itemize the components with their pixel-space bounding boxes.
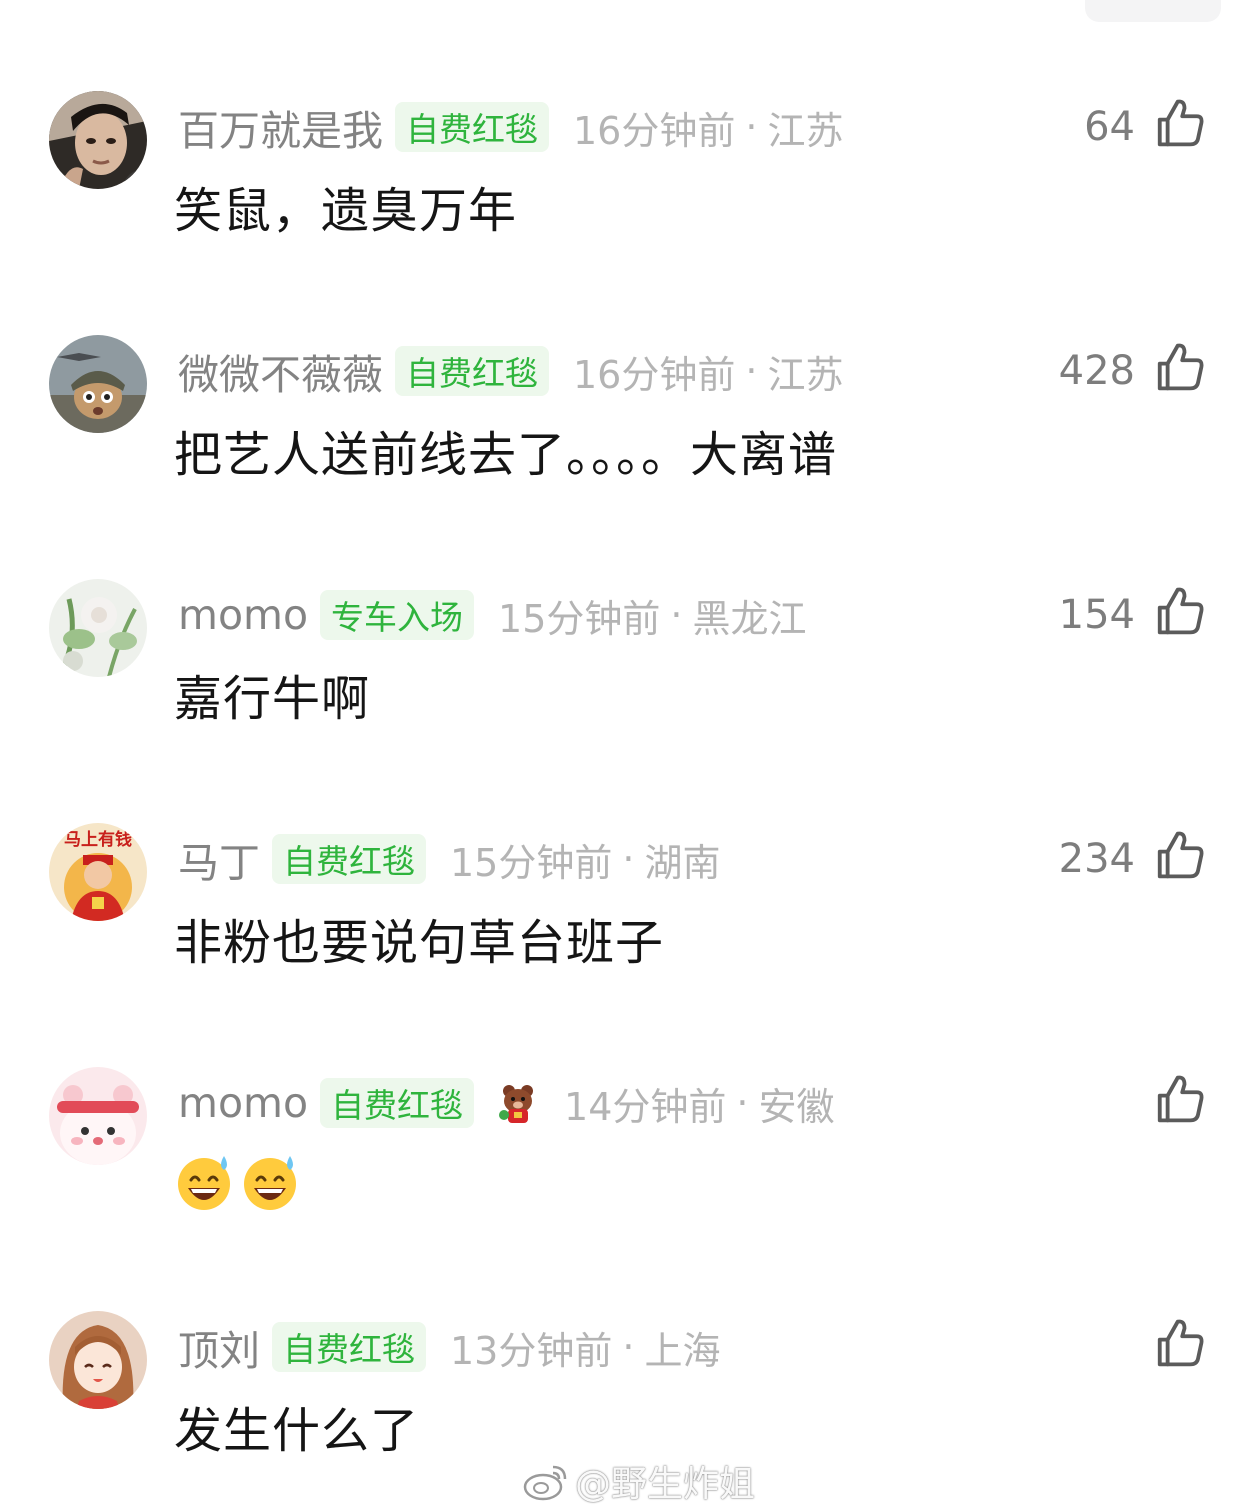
comment-item: 马上有钱 马丁 自费红毯 15分钟前 · 湖南 234 非粉也要说句草台班子: [0, 823, 1259, 1023]
timestamp: 13分钟前: [450, 1328, 613, 1373]
like-count: 428: [1058, 348, 1135, 394]
region-label: 江苏: [767, 352, 844, 397]
separator-dot: ·: [670, 593, 683, 637]
username[interactable]: momo: [178, 591, 308, 639]
region-label: 黑龙江: [692, 596, 807, 641]
avatar[interactable]: [49, 579, 147, 677]
username[interactable]: 微微不薇薇: [178, 341, 383, 401]
grinning-sweat-emoji: [178, 1156, 230, 1210]
comment-meta: momo 自费红毯 14分钟前 · 安徽: [178, 1077, 835, 1129]
comment-item: 百万就是我 自费红毯 16分钟前 · 江苏 64 笑鼠，遗臭万年: [0, 91, 1259, 291]
thumbs-up-icon[interactable]: [1153, 828, 1207, 882]
separator-dot: ·: [745, 105, 758, 149]
thumbs-up-icon[interactable]: [1153, 1316, 1207, 1370]
like-count: 234: [1058, 836, 1135, 882]
separator-dot: ·: [622, 837, 635, 881]
timestamp: 16分钟前: [573, 352, 736, 397]
username[interactable]: 马丁: [178, 829, 260, 889]
avatar[interactable]: [49, 1067, 147, 1165]
comment-text: 非粉也要说句草台班子: [174, 915, 665, 971]
username[interactable]: 百万就是我: [178, 97, 383, 157]
comment-text: 把艺人送前线去了。。。。大离谱: [174, 427, 838, 483]
timestamp: 14分钟前: [564, 1084, 727, 1129]
bear-sticker-icon: [499, 1085, 534, 1123]
avatar[interactable]: [49, 1311, 147, 1409]
cat-helmet-avatar: [49, 335, 147, 433]
avatar[interactable]: [49, 91, 147, 189]
region-label: 安徽: [758, 1084, 835, 1129]
weibo-logo-icon: [523, 1465, 567, 1501]
username[interactable]: 顶刘: [178, 1317, 260, 1377]
status-badge: 自费红毯: [272, 834, 426, 884]
comment-meta: 微微不薇薇 自费红毯 16分钟前 · 江苏: [178, 345, 844, 399]
comment-meta: 马丁 自费红毯 15分钟前 · 湖南: [178, 833, 721, 887]
region-label: 湖南: [644, 840, 721, 885]
status-badge: 自费红毯: [320, 1078, 475, 1128]
comment-text: 发生什么了: [174, 1403, 420, 1459]
svg-text:马上有钱: 马上有钱: [64, 829, 132, 850]
timestamp: 16分钟前: [573, 108, 736, 153]
status-badge: 自费红毯: [395, 346, 549, 396]
comment-text: 嘉行牛啊: [174, 671, 371, 727]
avatar[interactable]: 马上有钱: [49, 823, 147, 921]
comment-item: 微微不薇薇 自费红毯 16分钟前 · 江苏 428 把艺人送前线去了。。。。大离…: [0, 335, 1259, 535]
status-badge: 自费红毯: [395, 102, 549, 152]
status-badge: 专车入场: [320, 590, 475, 640]
top-action-chip[interactable]: [1085, 0, 1221, 22]
emoji-row: [174, 1152, 300, 1212]
comment-item: momo 自费红毯 14分钟前 · 安徽: [0, 1067, 1259, 1267]
anime-girl-avatar: [49, 1311, 147, 1409]
photo-man-avatar: [49, 91, 147, 189]
thumbs-up-icon[interactable]: [1153, 96, 1207, 150]
thumbs-up-icon[interactable]: [1153, 1072, 1207, 1126]
comment-meta: 顶刘 自费红毯 13分钟前 · 上海: [178, 1321, 721, 1375]
status-badge: 自费红毯: [272, 1322, 426, 1372]
like-count: 154: [1058, 592, 1135, 638]
separator-dot: ·: [745, 349, 758, 393]
comment-meta: 百万就是我 自费红毯 16分钟前 · 江苏: [178, 101, 844, 155]
avatar[interactable]: [49, 335, 147, 433]
comment-text: 笑鼠，遗臭万年: [174, 183, 518, 239]
username[interactable]: momo: [178, 1079, 308, 1127]
watermark: @野生炸姐: [523, 1455, 755, 1507]
region-label: 江苏: [767, 108, 844, 153]
comment-meta: momo 专车入场 15分钟前 · 黑龙江: [178, 589, 807, 641]
timestamp: 15分钟前: [498, 596, 661, 641]
new-year-kid-avatar: 马上有钱: [49, 823, 147, 921]
separator-dot: ·: [736, 1081, 749, 1125]
comment-item: momo 专车入场 15分钟前 · 黑龙江 154 嘉行牛啊: [0, 579, 1259, 779]
thumbs-up-icon[interactable]: [1153, 584, 1207, 638]
timestamp: 15分钟前: [450, 840, 613, 885]
flower-avatar: [49, 579, 147, 677]
thumbs-up-icon[interactable]: [1153, 340, 1207, 394]
like-count: 64: [1084, 104, 1135, 150]
separator-dot: ·: [622, 1325, 635, 1369]
pink-bun-avatar: [49, 1067, 147, 1165]
region-label: 上海: [644, 1328, 721, 1373]
grinning-sweat-emoji: [244, 1156, 296, 1210]
watermark-text: @野生炸姐: [575, 1464, 756, 1505]
